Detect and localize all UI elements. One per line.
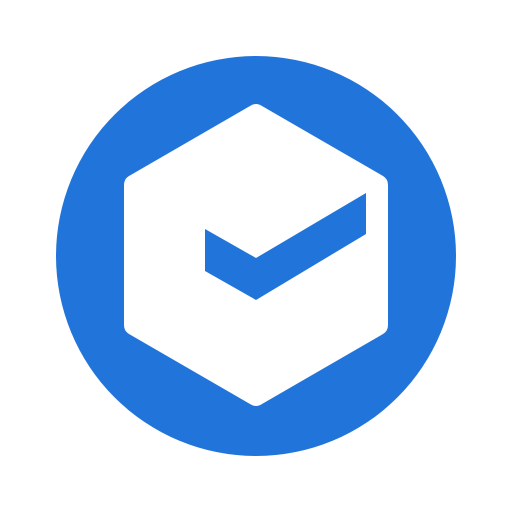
hexagon-checkmark-icon — [56, 56, 456, 456]
app-icon — [0, 0, 512, 512]
